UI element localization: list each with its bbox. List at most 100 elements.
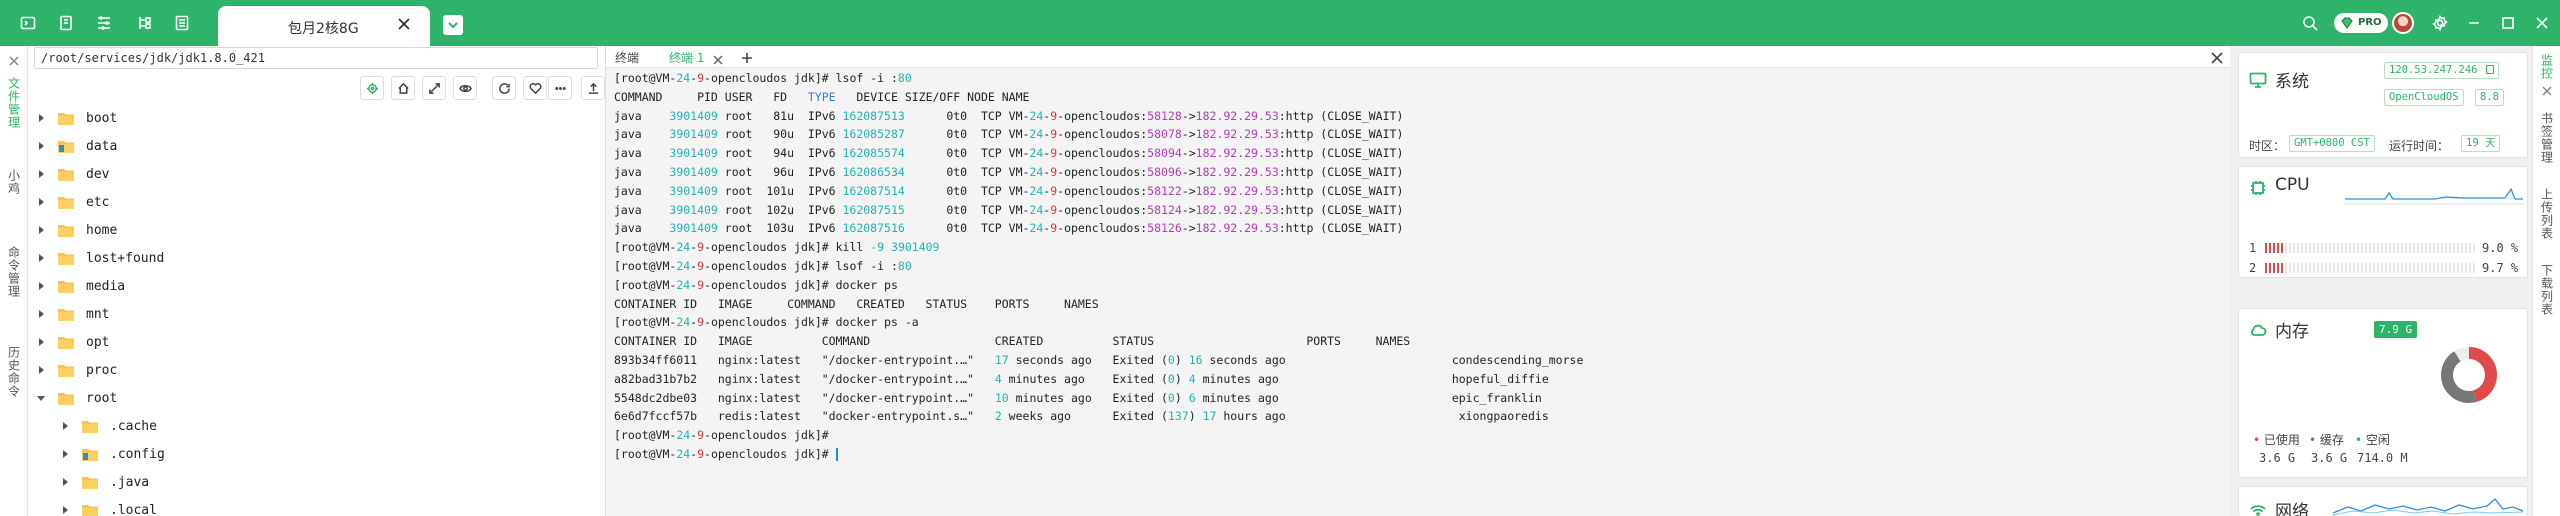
maximize-icon[interactable] bbox=[2500, 15, 2516, 31]
tree-item[interactable]: .local bbox=[60, 496, 157, 516]
terminal-text: java bbox=[614, 164, 670, 179]
caret-right-icon[interactable] bbox=[60, 505, 70, 515]
terminal-icon[interactable] bbox=[20, 15, 36, 31]
tree-item[interactable]: mnt bbox=[36, 300, 109, 328]
expand-icon[interactable] bbox=[422, 76, 446, 100]
tab-server[interactable]: 包月2核8G bbox=[218, 6, 430, 46]
tab-terminal-1[interactable]: 终端 1 bbox=[669, 49, 704, 66]
close-icon[interactable] bbox=[2211, 49, 2225, 64]
terminal-text: -opencloudos: bbox=[1057, 164, 1148, 179]
terminal-text: 3901409 bbox=[669, 164, 718, 179]
terminal-text: :http (CLOSE_WAIT) bbox=[1278, 183, 1404, 198]
tree-item[interactable]: opt bbox=[36, 328, 109, 356]
tab-terminal[interactable]: 终端 bbox=[615, 49, 639, 66]
copy-icon[interactable] bbox=[2485, 65, 2494, 74]
cpu-history-sparkline bbox=[2345, 187, 2523, 205]
eye-icon[interactable] bbox=[453, 76, 477, 100]
terminal-text: 16 bbox=[1188, 352, 1203, 367]
ip-tag[interactable]: 120.53.247.246 bbox=[2384, 62, 2499, 79]
network-card: 网络 bbox=[2238, 486, 2528, 516]
minimize-icon[interactable] bbox=[2466, 15, 2482, 31]
tree-item[interactable]: proc bbox=[36, 356, 117, 384]
terminal-text: java bbox=[614, 108, 670, 123]
caret-right-icon[interactable] bbox=[60, 449, 70, 459]
tree-item[interactable]: data bbox=[36, 132, 117, 160]
cpu-core-1-label: 1 bbox=[2249, 241, 2257, 255]
tree-item[interactable]: lost+found bbox=[36, 244, 164, 272]
terminal-text: 0t0 TCP VM- bbox=[904, 164, 1030, 179]
terminal-line: CONTAINER ID IMAGE COMMAND CREATED STATU… bbox=[614, 295, 1583, 314]
terminal-text: :http (CLOSE_WAIT) bbox=[1278, 127, 1404, 142]
tab-chicken[interactable]: 小鸡 bbox=[3, 142, 25, 222]
tree-item[interactable]: media bbox=[36, 272, 125, 300]
caret-right-icon[interactable] bbox=[36, 337, 46, 347]
refresh-icon[interactable] bbox=[492, 76, 516, 100]
tab-monitor[interactable]: 监控 bbox=[2536, 52, 2558, 82]
close-icon[interactable] bbox=[396, 16, 416, 36]
avatar[interactable] bbox=[2392, 12, 2414, 34]
caret-right-icon[interactable] bbox=[60, 477, 70, 487]
terminal-text: minutes ago hopeful_diffie bbox=[1195, 371, 1549, 386]
close-icon[interactable] bbox=[2534, 15, 2550, 31]
terminal-line: java 3901409 root 101u IPv6 162087514 0t… bbox=[614, 182, 1583, 201]
left-side-tabs: 文件管理 小鸡 命令管理 历史命令 bbox=[0, 46, 28, 516]
tree-item[interactable]: .cache bbox=[60, 412, 157, 440]
settings-icon[interactable] bbox=[2432, 15, 2448, 31]
caret-right-icon[interactable] bbox=[36, 309, 46, 319]
caret-right-icon[interactable] bbox=[36, 197, 46, 207]
file-icon[interactable] bbox=[58, 15, 74, 31]
tree-item[interactable]: .java bbox=[60, 468, 149, 496]
caret-right-icon[interactable] bbox=[36, 113, 46, 123]
upload-icon[interactable] bbox=[581, 76, 605, 100]
list-icon[interactable] bbox=[174, 15, 190, 31]
path-input[interactable] bbox=[34, 47, 598, 69]
home-icon[interactable] bbox=[391, 76, 415, 100]
plus-icon[interactable] bbox=[741, 49, 755, 63]
tree-icon[interactable] bbox=[136, 15, 152, 31]
close-icon[interactable] bbox=[713, 50, 725, 65]
tab-command-manager[interactable]: 命令管理 bbox=[3, 222, 25, 322]
terminal-output[interactable]: [root@VM-24-9-opencloudos jdk]# lsof -i … bbox=[606, 68, 2230, 516]
caret-right-icon[interactable] bbox=[36, 169, 46, 179]
terminal-text: ) bbox=[1174, 390, 1189, 405]
terminal-lines: [root@VM-24-9-opencloudos jdk]# lsof -i … bbox=[614, 69, 1583, 464]
caret-right-icon[interactable] bbox=[36, 253, 46, 263]
pro-badge[interactable]: PRO bbox=[2334, 13, 2388, 33]
tab-file-manager[interactable]: 文件管理 bbox=[3, 68, 25, 138]
tree-item[interactable]: boot bbox=[36, 104, 117, 132]
terminal-text: -opencloudos jdk]# docker ps bbox=[704, 277, 898, 292]
tree-item[interactable]: etc bbox=[36, 188, 109, 216]
tree-item[interactable]: home bbox=[36, 216, 117, 244]
search-icon[interactable] bbox=[2302, 15, 2318, 31]
monitor-panel: 系统 120.53.247.246 OpenCloudOS 8.8 时区： GM… bbox=[2230, 46, 2532, 516]
locate-icon[interactable] bbox=[360, 76, 384, 100]
close-icon[interactable] bbox=[8, 52, 20, 66]
caret-right-icon[interactable] bbox=[60, 421, 70, 431]
caret-down-icon[interactable] bbox=[36, 393, 46, 403]
terminal-text: 24 bbox=[676, 258, 691, 273]
close-icon[interactable] bbox=[2541, 82, 2553, 96]
tab-uploads[interactable]: 上传列表 bbox=[2536, 178, 2558, 250]
terminal-text: -opencloudos: bbox=[1057, 202, 1148, 217]
caret-right-icon[interactable] bbox=[36, 141, 46, 151]
tree-item[interactable]: root bbox=[36, 384, 117, 412]
terminal-text: -opencloudos jdk]# lsof -i : bbox=[704, 71, 898, 85]
network-icon[interactable] bbox=[96, 15, 112, 31]
terminal-text: :http (CLOSE_WAIT) bbox=[1278, 202, 1404, 217]
tab-bookmarks[interactable]: 书签管理 bbox=[2536, 102, 2558, 174]
terminal-line: a82bad31b7b2 nginx:latest "/docker-entry… bbox=[614, 370, 1583, 389]
tree-item[interactable]: dev bbox=[36, 160, 109, 188]
terminal-text: 3901409 bbox=[669, 183, 718, 198]
tab-dropdown-button[interactable] bbox=[443, 15, 463, 35]
terminal-line: COMMAND PID USER FD TYPE DEVICE SIZE/OFF… bbox=[614, 88, 1583, 107]
more-icon[interactable] bbox=[548, 76, 572, 100]
tree-item[interactable]: .config bbox=[60, 440, 165, 468]
caret-right-icon[interactable] bbox=[36, 365, 46, 375]
tab-command-history[interactable]: 历史命令 bbox=[3, 322, 25, 422]
uptime-tag: 19 天 bbox=[2461, 135, 2501, 152]
caret-right-icon[interactable] bbox=[36, 281, 46, 291]
heart-icon[interactable] bbox=[523, 76, 547, 100]
caret-right-icon[interactable] bbox=[36, 225, 46, 235]
terminal-text: 0t0 TCP VM- bbox=[904, 183, 1030, 198]
tab-downloads[interactable]: 下载列表 bbox=[2536, 254, 2558, 326]
